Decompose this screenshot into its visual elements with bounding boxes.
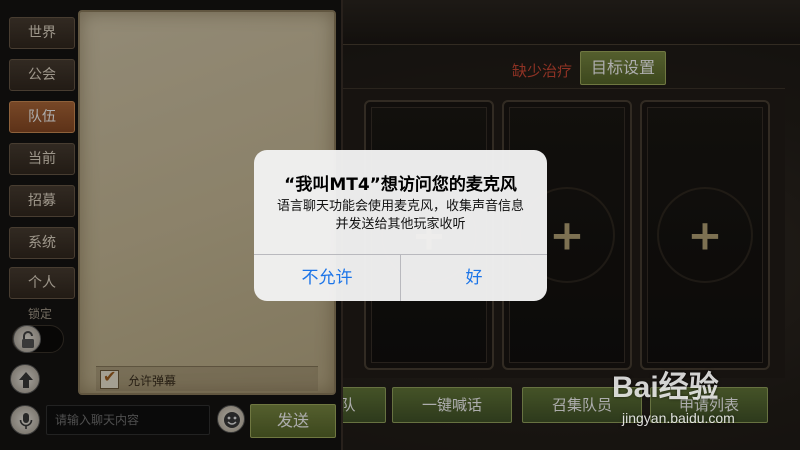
dialog-title: “我叫MT4”想访问您的麦克风	[284, 175, 517, 195]
dialog-message: 语言聊天功能会使用麦克风，收集声音信息并发送给其他玩家收听	[276, 199, 524, 232]
watermark-url: jingyan.baidu.com	[622, 410, 735, 426]
microphone-permission-dialog: “我叫MT4”想访问您的麦克风 语言聊天功能会使用麦克风，收集声音信息并发送给其…	[254, 150, 547, 301]
watermark-logo-text: Bai经验	[612, 371, 719, 404]
baidu-jingyan-watermark: Bai经验	[612, 362, 719, 406]
allow-button[interactable]: 好	[401, 255, 547, 301]
deny-button[interactable]: 不允许	[254, 255, 400, 301]
